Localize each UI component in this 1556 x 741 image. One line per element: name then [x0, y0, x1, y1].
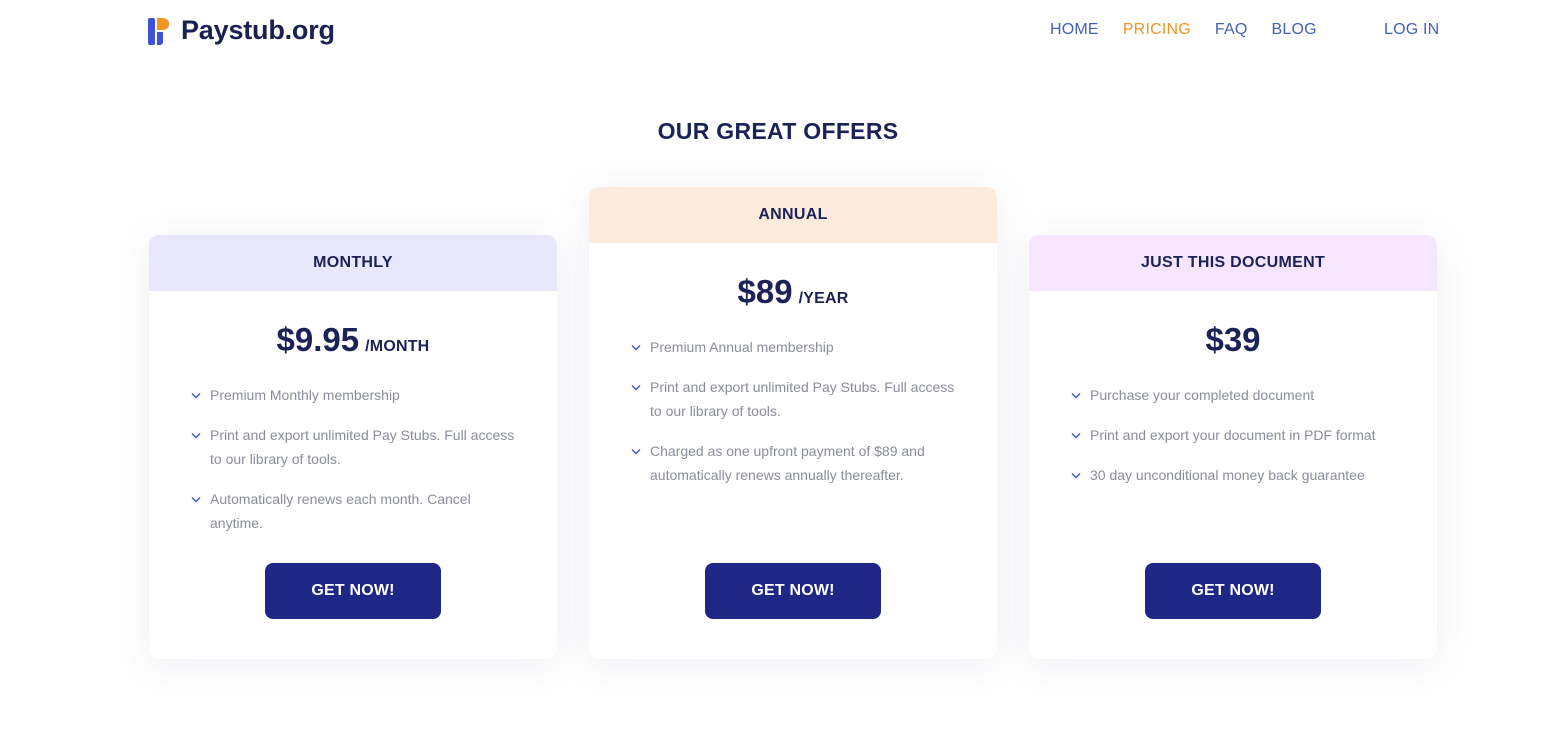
login-link[interactable]: LOG IN	[1384, 21, 1439, 39]
chevron-check-icon	[631, 375, 650, 391]
feature-item: Print and export unlimited Pay Stubs. Fu…	[631, 375, 957, 423]
feature-item: Automatically renews each month. Cancel …	[191, 487, 517, 535]
plan-price: $39	[1205, 321, 1261, 358]
main-nav: HOME PRICING FAQ BLOG	[1050, 21, 1317, 39]
feature-text: Automatically renews each month. Cancel …	[210, 491, 471, 531]
feature-item: Premium Monthly membership	[191, 383, 517, 407]
get-now-button-monthly[interactable]: GET NOW!	[265, 563, 441, 619]
plan-period: /MONTH	[365, 338, 430, 355]
feature-text: Print and export your document in PDF fo…	[1090, 427, 1376, 443]
feature-item: 30 day unconditional money back guarante…	[1071, 463, 1397, 487]
plan-card-annual: ANNUAL $89/YEAR Premium Annual membershi…	[589, 187, 997, 659]
feature-text: Premium Monthly membership	[210, 387, 400, 403]
plan-price-row: $9.95/MONTH	[149, 321, 557, 359]
nav-blog[interactable]: BLOG	[1272, 21, 1317, 39]
plan-card-document: JUST THIS DOCUMENT $39 Purchase your com…	[1029, 235, 1437, 659]
chevron-check-icon	[191, 423, 210, 439]
plan-card-monthly: MONTHLY $9.95/MONTH Premium Monthly memb…	[149, 235, 557, 659]
nav-home[interactable]: HOME	[1050, 21, 1099, 39]
plan-period: /YEAR	[798, 290, 849, 307]
plan-name: ANNUAL	[589, 187, 997, 243]
plan-price: $9.95	[276, 321, 360, 358]
nav-pricing[interactable]: PRICING	[1123, 21, 1191, 39]
feature-item: Charged as one upfront payment of $89 an…	[631, 439, 957, 487]
plan-price-row: $39	[1029, 321, 1437, 359]
feature-text: Purchase your completed document	[1090, 387, 1315, 403]
pricing-page: Paystub.org HOME PRICING FAQ BLOG LOG IN…	[0, 0, 1556, 741]
chevron-check-icon	[1071, 383, 1090, 399]
chevron-check-icon	[1071, 463, 1090, 479]
plan-name: MONTHLY	[149, 235, 557, 291]
feature-text: Premium Annual membership	[650, 339, 834, 355]
chevron-check-icon	[1071, 423, 1090, 439]
chevron-check-icon	[191, 487, 210, 503]
brand-logo[interactable]: Paystub.org	[148, 15, 335, 46]
feature-list: Premium Monthly membership Print and exp…	[149, 383, 557, 535]
chevron-check-icon	[631, 439, 650, 455]
chevron-check-icon	[631, 335, 650, 351]
get-now-button-document[interactable]: GET NOW!	[1145, 563, 1321, 619]
get-now-button-annual[interactable]: GET NOW!	[705, 563, 881, 619]
feature-list: Premium Annual membership Print and expo…	[589, 335, 997, 487]
chevron-check-icon	[191, 383, 210, 399]
section-title: OUR GREAT OFFERS	[657, 118, 899, 144]
feature-item: Print and export your document in PDF fo…	[1071, 423, 1397, 447]
plan-price-row: $89/YEAR	[589, 273, 997, 311]
plan-price: $89	[737, 273, 793, 310]
feature-item: Premium Annual membership	[631, 335, 957, 359]
paystub-logo-icon	[148, 16, 169, 45]
brand-name: Paystub.org	[181, 15, 335, 45]
feature-text: Print and export unlimited Pay Stubs. Fu…	[210, 427, 515, 467]
feature-text: Charged as one upfront payment of $89 an…	[650, 443, 925, 483]
plan-name: JUST THIS DOCUMENT	[1029, 235, 1437, 291]
feature-text: Print and export unlimited Pay Stubs. Fu…	[650, 379, 955, 419]
feature-text: 30 day unconditional money back guarante…	[1090, 467, 1365, 483]
feature-item: Purchase your completed document	[1071, 383, 1397, 407]
nav-faq[interactable]: FAQ	[1215, 21, 1248, 39]
feature-item: Print and export unlimited Pay Stubs. Fu…	[191, 423, 517, 471]
feature-list: Purchase your completed document Print a…	[1029, 383, 1437, 487]
